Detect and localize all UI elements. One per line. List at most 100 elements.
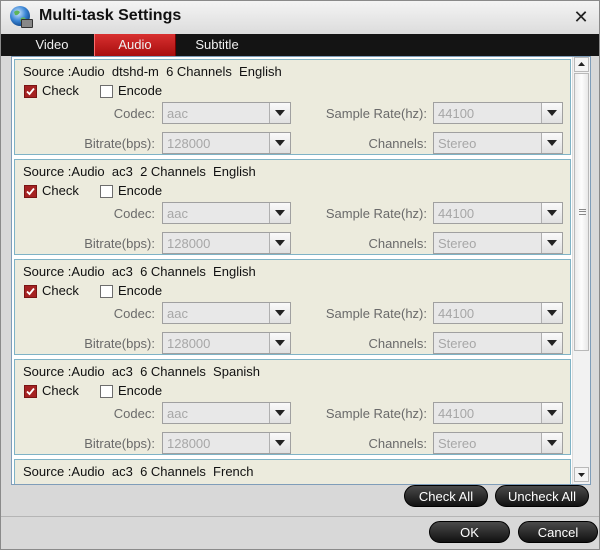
track-source-label: Source :Audio ac3 2 Channels English [23, 164, 256, 179]
ok-button[interactable]: OK [429, 521, 510, 543]
chevron-down-icon[interactable] [541, 333, 562, 353]
codec-label: Codec: [113, 406, 155, 421]
chevron-down-icon[interactable] [269, 403, 290, 423]
tab-subtitle[interactable]: Subtitle [177, 34, 257, 56]
bitrate-label: Bitrate(bps): [84, 436, 155, 451]
sample-rate-select[interactable]: 44100 [433, 302, 563, 324]
scrollbar-thumb[interactable] [574, 73, 589, 351]
check-checkbox[interactable] [24, 385, 37, 398]
scroll-up-button[interactable] [574, 57, 589, 72]
chevron-down-icon[interactable] [269, 333, 290, 353]
sample-rate-select[interactable]: 44100 [433, 102, 563, 124]
chevron-down-icon[interactable] [269, 103, 290, 123]
channels-select-value: Stereo [438, 336, 477, 351]
encode-label: Encode [118, 83, 163, 98]
chevron-down-icon[interactable] [269, 203, 290, 223]
vertical-scrollbar[interactable] [572, 57, 590, 484]
channels-label: Channels: [368, 336, 427, 351]
codec-select[interactable]: aac [162, 102, 291, 124]
grip-icon [579, 209, 586, 215]
codec-label: Codec: [113, 206, 155, 221]
codec-label: Codec: [113, 106, 155, 121]
sample-rate-label: Sample Rate(hz): [325, 206, 427, 221]
bitrate-select-value: 128000 [167, 236, 211, 251]
sample-rate-select-value: 44100 [438, 406, 475, 421]
tab-video[interactable]: Video [11, 34, 93, 56]
encode-label: Encode [118, 283, 163, 298]
channels-label: Channels: [368, 436, 427, 451]
encode-checkbox[interactable] [100, 185, 113, 198]
window-title: Multi-task Settings [39, 7, 182, 24]
audio-track-section: Source :Audio ac3 6 Channels French Chec… [14, 459, 571, 484]
chevron-down-icon[interactable] [541, 403, 562, 423]
tab-audio[interactable]: Audio [94, 34, 176, 56]
chevron-down-icon[interactable] [541, 303, 562, 323]
bitrate-select[interactable]: 128000 [162, 132, 291, 154]
arrow-up-icon [578, 62, 585, 66]
channels-label: Channels: [368, 136, 427, 151]
scroll-down-button[interactable] [574, 467, 589, 482]
channels-select[interactable]: Stereo [433, 432, 563, 454]
encode-checkbox[interactable] [100, 285, 113, 298]
bitrate-select-value: 128000 [167, 336, 211, 351]
bitrate-select[interactable]: 128000 [162, 232, 291, 254]
footer-divider [1, 516, 599, 517]
track-source-label: Source :Audio ac3 6 Channels French [23, 464, 254, 479]
tab-bar: Video Audio Subtitle [1, 34, 599, 56]
audio-track-section: Source :Audio dtshd-m 6 Channels English… [14, 59, 571, 155]
check-checkbox[interactable] [24, 85, 37, 98]
chevron-down-icon[interactable] [269, 433, 290, 453]
chevron-down-icon[interactable] [269, 133, 290, 153]
bitrate-select-value: 128000 [167, 436, 211, 451]
bitrate-select[interactable]: 128000 [162, 332, 291, 354]
codec-select-value: aac [167, 206, 188, 221]
sample-rate-label: Sample Rate(hz): [325, 106, 427, 121]
sample-rate-select[interactable]: 44100 [433, 402, 563, 424]
encode-label: Encode [118, 383, 163, 398]
bitrate-select[interactable]: 128000 [162, 432, 291, 454]
close-icon[interactable]: ✕ [571, 7, 591, 27]
encode-label: Encode [118, 183, 163, 198]
title-bar: Multi-task Settings ✕ [1, 1, 599, 34]
chevron-down-icon[interactable] [541, 103, 562, 123]
chevron-down-icon[interactable] [541, 433, 562, 453]
codec-select[interactable]: aac [162, 402, 291, 424]
sample-rate-select-value: 44100 [438, 306, 475, 321]
check-label: Check [42, 483, 79, 484]
audio-track-section: Source :Audio ac3 2 Channels English Che… [14, 159, 571, 255]
chevron-down-icon[interactable] [541, 203, 562, 223]
channels-select[interactable]: Stereo [433, 332, 563, 354]
check-checkbox[interactable] [24, 285, 37, 298]
codec-select[interactable]: aac [162, 202, 291, 224]
channels-select-value: Stereo [438, 136, 477, 151]
chevron-down-icon[interactable] [541, 233, 562, 253]
sample-rate-select[interactable]: 44100 [433, 202, 563, 224]
encode-checkbox[interactable] [100, 85, 113, 98]
codec-select[interactable]: aac [162, 302, 291, 324]
check-checkbox[interactable] [24, 185, 37, 198]
bitrate-label: Bitrate(bps): [84, 336, 155, 351]
codec-select-value: aac [167, 106, 188, 121]
channels-select-value: Stereo [438, 236, 477, 251]
audio-track-section: Source :Audio ac3 6 Channels Spanish Che… [14, 359, 571, 455]
encode-label: Encode [118, 483, 162, 484]
check-all-button[interactable]: Check All [404, 485, 488, 507]
check-label: Check [42, 183, 79, 198]
audio-track-section: Source :Audio ac3 6 Channels English Che… [14, 259, 571, 355]
channels-select[interactable]: Stereo [433, 232, 563, 254]
multi-task-settings-window: Multi-task Settings ✕ Video Audio Subtit… [0, 0, 600, 550]
cancel-button[interactable]: Cancel [518, 521, 598, 543]
uncheck-all-button[interactable]: Uncheck All [495, 485, 589, 507]
channels-select[interactable]: Stereo [433, 132, 563, 154]
channels-label: Channels: [368, 236, 427, 251]
audio-track-list: Source :Audio ac3 6 Channels French Chec… [11, 56, 591, 485]
codec-label: Codec: [113, 306, 155, 321]
check-label: Check [42, 83, 79, 98]
bitrate-select-value: 128000 [167, 136, 211, 151]
sample-rate-select-value: 44100 [438, 206, 475, 221]
encode-checkbox[interactable] [100, 385, 113, 398]
channels-select-value: Stereo [438, 436, 477, 451]
chevron-down-icon[interactable] [269, 233, 290, 253]
chevron-down-icon[interactable] [269, 303, 290, 323]
chevron-down-icon[interactable] [541, 133, 562, 153]
